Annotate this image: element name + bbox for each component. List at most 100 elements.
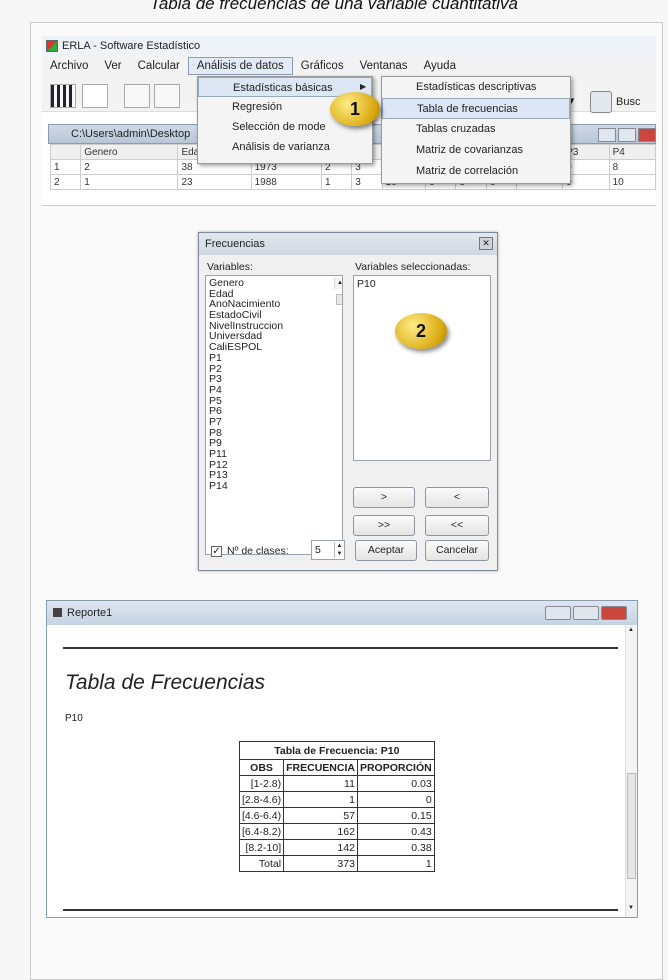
variable-list-item[interactable]: CaliESPOL [209, 342, 339, 353]
variable-list-item[interactable]: P6 [209, 406, 339, 417]
frequency-cell: 1 [283, 791, 358, 808]
scroll-down-arrow-icon[interactable]: ▼ [628, 905, 634, 911]
variable-list-item[interactable]: P3 [209, 374, 339, 385]
scrollbar-thumb[interactable] [627, 773, 636, 879]
maximize-icon[interactable] [618, 128, 636, 142]
scrollbar-thumb[interactable] [336, 294, 342, 305]
variable-list-item[interactable]: P14 [209, 481, 339, 492]
selected-variables-listbox[interactable]: P10 [353, 275, 491, 461]
classes-checkbox[interactable]: ✓ [211, 546, 222, 557]
variable-list-item[interactable]: P5 [209, 395, 339, 407]
menu-item-tabla-de-frecuencias[interactable]: Tabla de frecuencias [382, 98, 570, 119]
minimize-icon[interactable] [545, 606, 571, 620]
remove-all-variables-button[interactable]: << [425, 515, 489, 536]
column-header-frecuencia: FRECUENCIA [283, 759, 358, 776]
bar-chart-icon[interactable] [50, 84, 76, 108]
grid-cell[interactable]: 1988 [250, 174, 323, 190]
grid-cell[interactable]: 2 [80, 159, 179, 175]
menu-item-matriz-de-covarianzas[interactable]: Matriz de covarianzas [382, 140, 570, 161]
frequency-cell: 373 [283, 855, 358, 872]
table-icon[interactable] [124, 84, 150, 108]
variable-list-item[interactable]: P8 [209, 427, 339, 439]
report-window: Reporte1 Tabla de Frecuencias P10 Tabla … [46, 600, 638, 918]
remove-variable-button[interactable]: < [425, 487, 489, 508]
app-title: ERLA - Software Estadístico [62, 40, 201, 52]
grid-cell[interactable]: 1 [80, 174, 179, 190]
menu-bar: Archivo Ver Calcular Análisis de datos G… [42, 56, 656, 76]
menu-item-estadisticas-descriptivas[interactable]: Estadísticas descriptivas [382, 77, 570, 98]
variables-scrollbar[interactable]: ▲ ▼ [334, 278, 342, 552]
variable-list-item[interactable]: P11 [209, 449, 339, 460]
add-all-variables-button[interactable]: >> [353, 515, 415, 536]
report-window-controls [545, 606, 627, 620]
close-icon[interactable] [601, 606, 627, 620]
variable-list-item[interactable]: P12 [209, 459, 339, 471]
selected-variable-item[interactable]: P10 [357, 278, 487, 290]
menu-item-tablas-cruzadas[interactable]: Tablas cruzadas [382, 119, 570, 140]
selected-variables-label: Variables seleccionadas: [355, 261, 471, 273]
table-caption: Tabla de Frecuencia: P10 [239, 741, 435, 760]
grid-icon[interactable] [82, 84, 108, 108]
close-icon[interactable]: ✕ [479, 237, 493, 250]
table-row: [1-2.8) 11 0.03 [238, 775, 435, 792]
variable-list-item[interactable]: P1 [209, 353, 339, 364]
basic-stats-submenu: Estadísticas descriptivas Tabla de frecu… [381, 76, 571, 184]
accept-button[interactable]: Aceptar [355, 540, 417, 561]
report-scrollbar[interactable]: ▲ ▼ [625, 625, 637, 917]
grid-cell[interactable]: 8 [608, 159, 656, 175]
grid-cell[interactable]: 2 [49, 174, 82, 190]
proportion-cell: 0.43 [356, 823, 435, 840]
menu-ver[interactable]: Ver [96, 60, 129, 72]
maximize-icon[interactable] [573, 606, 599, 620]
scroll-up-arrow-icon[interactable]: ▲ [628, 627, 634, 633]
classes-stepper[interactable]: 5 ▲ ▼ [311, 540, 345, 560]
menu-ventanas[interactable]: Ventanas [352, 60, 416, 72]
stepper-arrows-icon[interactable]: ▲ ▼ [334, 542, 344, 558]
menu-archivo[interactable]: Archivo [42, 60, 96, 72]
app-titlebar: ERLA - Software Estadístico [42, 36, 656, 56]
menu-analisis-de-datos[interactable]: Análisis de datos [187, 57, 293, 75]
menu-calcular[interactable]: Calcular [130, 60, 188, 72]
obs-cell: [2.8-4.6) [238, 791, 285, 808]
grid-cell[interactable]: 1 [49, 159, 82, 175]
variable-list-item[interactable]: P13 [209, 470, 339, 481]
grid-cell[interactable]: 1 [321, 174, 353, 190]
menu-item-matriz-de-correlacion[interactable]: Matriz de correlación [382, 161, 570, 182]
column-header-obs: OBS [238, 759, 285, 776]
variable-list-item[interactable]: P4 [209, 385, 339, 396]
variables-label: Variables: [207, 261, 253, 273]
variable-list-item[interactable]: P7 [209, 417, 339, 428]
grid-header-cell: Genero [80, 144, 179, 160]
minimize-icon[interactable] [598, 128, 616, 142]
table-row: [4.6-6.4) 57 0.15 [238, 807, 435, 824]
report-icon [53, 608, 62, 617]
obs-cell: Total [238, 855, 285, 872]
bottom-divider [63, 909, 618, 911]
grid-cell[interactable]: 23 [177, 174, 252, 190]
frequency-cell: 11 [283, 775, 358, 792]
grid-header-cell: P4 [608, 144, 656, 160]
grid-cell[interactable]: 3 [351, 174, 383, 190]
column-header-proporcion: PROPORCIÓN [356, 759, 435, 776]
menu-ayuda[interactable]: Ayuda [416, 60, 464, 72]
report-heading: Tabla de Frecuencias [65, 671, 266, 694]
add-variable-button[interactable]: > [353, 487, 415, 508]
step-2-badge: 2 [395, 313, 447, 349]
dialog-title: Frecuencias [199, 233, 497, 255]
figure-caption: Tabla de frecuencias de una variable cua… [150, 0, 518, 13]
menu-graficos[interactable]: Gráficos [293, 60, 352, 72]
window-controls [598, 128, 656, 142]
menu-item-analisis-de-varianza[interactable]: Análisis de varianza [198, 137, 372, 157]
grid-cell[interactable]: 10 [608, 174, 656, 190]
proportion-cell: 0.03 [356, 775, 435, 792]
variable-list-item[interactable]: P2 [209, 363, 339, 375]
magnifier-icon [590, 91, 612, 113]
table-icon[interactable] [154, 84, 180, 108]
variable-list-item[interactable]: P9 [209, 438, 339, 449]
variables-listbox[interactable]: Genero Edad AnoNacimiento EstadoCivil NivelI… [205, 275, 343, 555]
search-button-label: Busc [616, 96, 641, 108]
search-button[interactable]: Busc [590, 88, 656, 116]
scroll-up-arrow-icon[interactable]: ▲ [337, 278, 342, 289]
close-icon[interactable] [638, 128, 656, 142]
cancel-button[interactable]: Cancelar [425, 540, 489, 561]
